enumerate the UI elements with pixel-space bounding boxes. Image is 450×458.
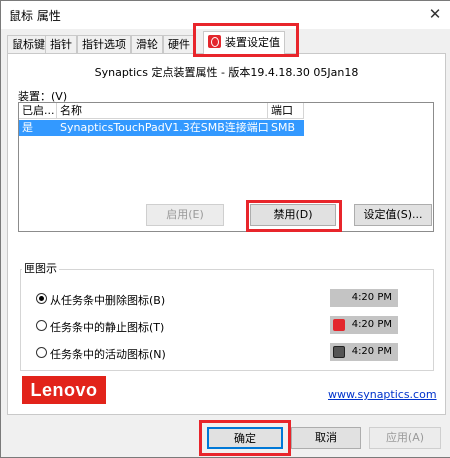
column-header-enabled[interactable]: 已启... xyxy=(19,103,57,119)
column-header-label: 已启... xyxy=(22,104,55,117)
enable-button[interactable]: 启用(E) xyxy=(146,204,224,226)
annotation-highlight-tab xyxy=(193,23,299,57)
annotation-highlight-disable xyxy=(246,200,342,232)
synaptics-link[interactable]: www.synaptics.com xyxy=(328,388,437,401)
tab-hardware[interactable]: 硬件 xyxy=(163,35,195,54)
apply-button[interactable]: 应用(A) xyxy=(369,427,441,449)
column-header-name[interactable]: 名称 xyxy=(57,103,268,119)
tab-mouse-buttons[interactable]: 鼠标键 xyxy=(7,35,50,54)
preview-time: 4:20 PM xyxy=(351,292,392,303)
radio-label: 任务条中的活动图标(N) xyxy=(50,348,166,361)
cell-port: SMB xyxy=(271,121,296,134)
settings-button[interactable]: 设定值(S)... xyxy=(354,204,432,226)
preview-time: 4:20 PM xyxy=(351,346,392,357)
close-icon[interactable]: ✕ xyxy=(420,1,450,29)
tab-wheel[interactable]: 滑轮 xyxy=(131,35,163,54)
radio-remove-icon[interactable] xyxy=(36,293,47,304)
tab-label: 指针 xyxy=(50,38,72,51)
cell-device-name: SynapticsTouchPadV1.3在SMB连接端口 xyxy=(60,121,269,134)
column-header-label: 端口 xyxy=(271,104,293,117)
window-title: 鼠标 属性 xyxy=(9,9,61,23)
synaptics-static-icon xyxy=(333,319,345,331)
lenovo-logo: Lenovo xyxy=(22,376,106,404)
mouse-properties-window: 鼠标 属性 ✕ 鼠标键 指针 指针选项 滑轮 硬件 装置设定值 Synaptic… xyxy=(0,0,450,458)
cancel-button[interactable]: 取消 xyxy=(291,427,361,449)
tab-label: 滑轮 xyxy=(136,38,158,51)
radio-static-icon[interactable] xyxy=(36,320,47,331)
version-header: Synaptics 定点装置属性 - 版本19.4.18.30 05Jan18 xyxy=(94,66,359,79)
radio-label: 从任务条中删除图标(B) xyxy=(50,294,166,307)
tab-label: 鼠标键 xyxy=(12,38,45,51)
radio-label: 任务条中的静止图标(T) xyxy=(50,321,165,334)
tray-group-title: 匣图示 xyxy=(22,260,59,276)
cell-enabled: 是 xyxy=(22,121,33,134)
table-row[interactable]: 是 SynapticsTouchPadV1.3在SMB连接端口 SMB xyxy=(19,120,304,136)
tray-preview-static: 4:20 PM xyxy=(330,316,398,334)
device-settings-panel: Synaptics 定点装置属性 - 版本19.4.18.30 05Jan18 … xyxy=(7,53,446,415)
tab-label: 指针选项 xyxy=(82,38,126,51)
tab-pointer-options[interactable]: 指针选项 xyxy=(77,35,131,54)
radio-active-icon[interactable] xyxy=(36,347,47,358)
tab-pointers[interactable]: 指针 xyxy=(45,35,77,54)
tray-preview-remove: 4:20 PM xyxy=(330,289,398,307)
column-header-port[interactable]: 端口 xyxy=(268,103,304,119)
tray-preview-active: 4:20 PM xyxy=(330,343,398,361)
annotation-highlight-ok xyxy=(199,420,291,456)
tab-label: 硬件 xyxy=(168,38,190,51)
preview-time: 4:20 PM xyxy=(351,319,392,330)
touchpad-active-icon xyxy=(333,346,345,358)
column-header-label: 名称 xyxy=(60,104,82,117)
